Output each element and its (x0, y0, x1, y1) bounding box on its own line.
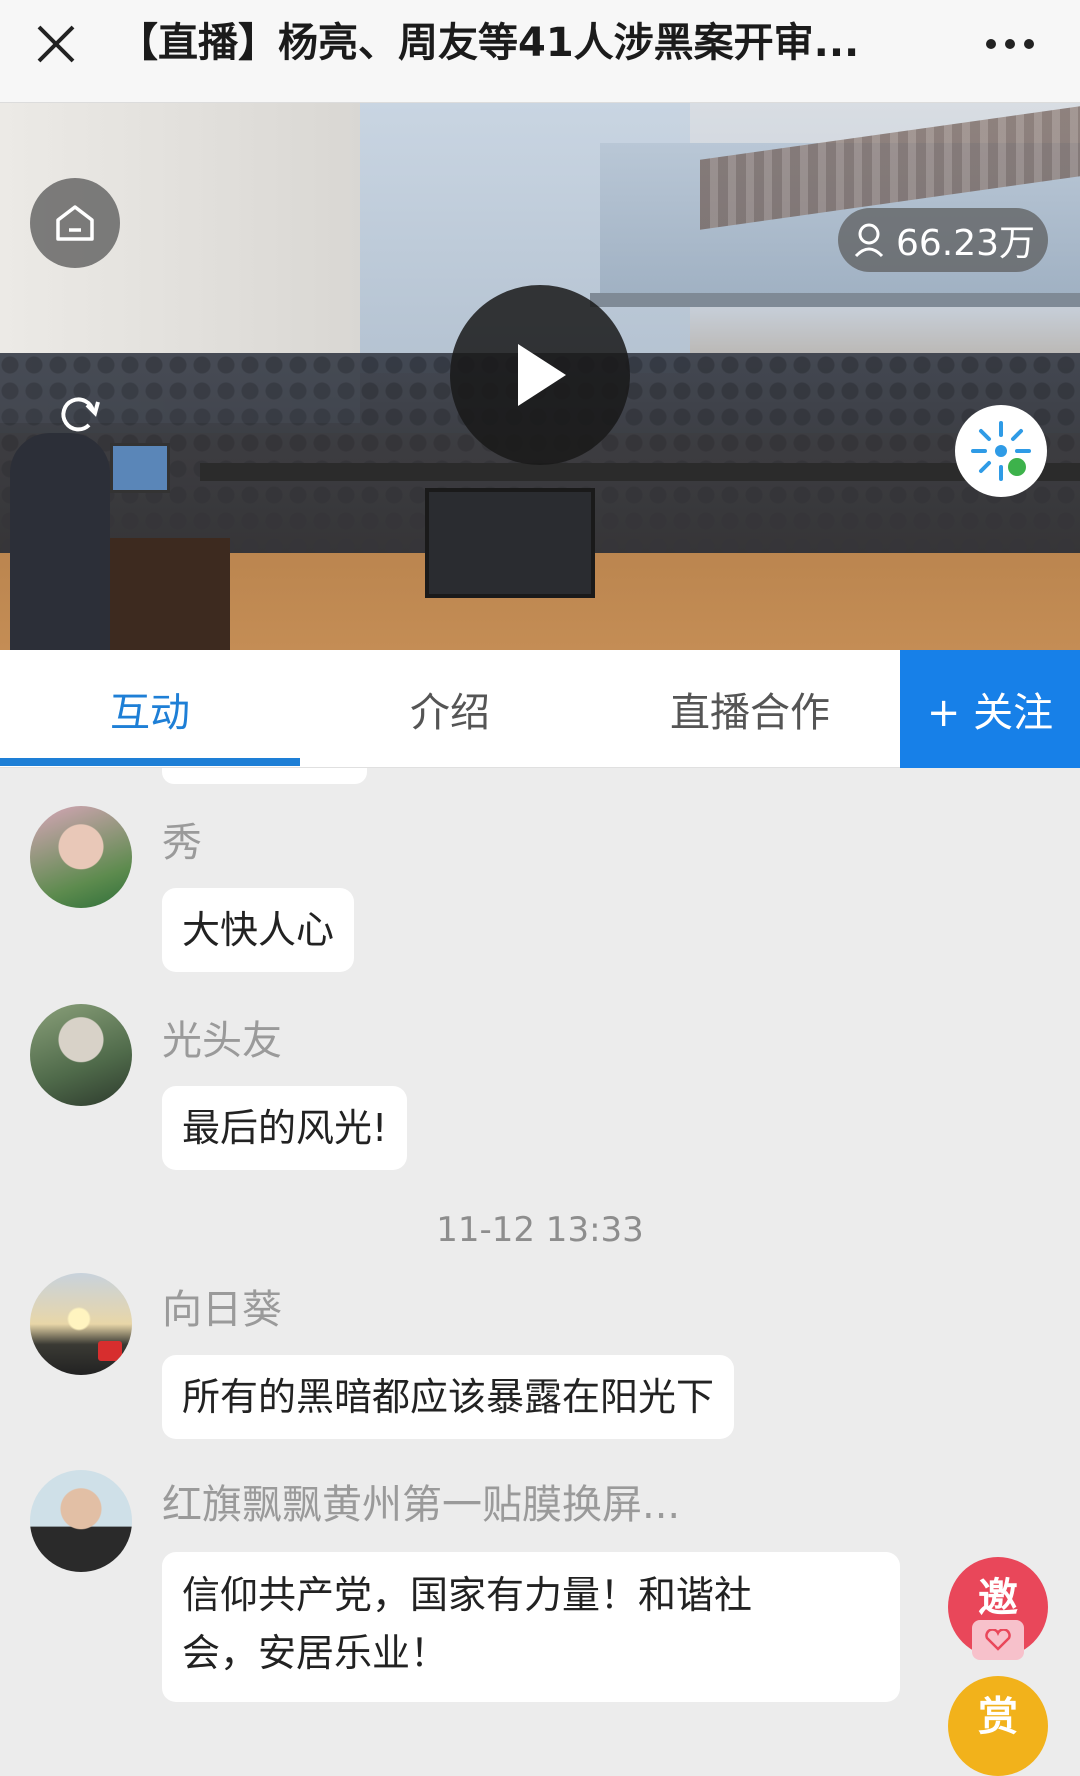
refresh-icon (61, 397, 100, 432)
message-bubble: 最后的风光! (162, 1086, 408, 1170)
message-line: 信仰共产党，国家有力量！和谐社 (182, 1573, 753, 1617)
play-icon (518, 344, 566, 406)
mini-program-button[interactable] (955, 405, 1047, 497)
tab-live-cooperation[interactable]: 直播合作 (600, 650, 900, 768)
chat-stream[interactable]: 秀 大快人心 光头友 最后的风光! 11-12 13:33 向日葵 所有的黑暗都… (0, 768, 1080, 1723)
username: 向日葵 (162, 1287, 282, 1333)
close-button[interactable] (28, 16, 84, 72)
active-tab-indicator (0, 758, 300, 766)
flag-icon (98, 1341, 122, 1361)
mini-program-icon (971, 421, 1031, 481)
close-icon (37, 25, 75, 63)
username: 红旗飘飘黄州第一贴膜换屏... (162, 1482, 681, 1528)
more-button[interactable] (970, 16, 1050, 72)
follow-button[interactable]: + 关注 (900, 650, 1080, 768)
video-player[interactable]: 66.23万 (0, 103, 1080, 650)
heart-icon (972, 1620, 1024, 1660)
reward-button[interactable]: 赏 (948, 1676, 1048, 1776)
play-button[interactable] (450, 285, 630, 465)
avatar[interactable] (30, 1470, 132, 1572)
user-icon (854, 223, 884, 258)
tab-interaction[interactable]: 互动 (0, 650, 300, 768)
refresh-button[interactable] (50, 386, 106, 442)
username: 秀 (162, 820, 202, 866)
avatar[interactable] (30, 806, 132, 908)
message-bubble: 信仰共产党，国家有力量！和谐社 会，安居乐业！ (162, 1552, 900, 1702)
avatar[interactable] (30, 1004, 132, 1106)
home-button[interactable] (30, 178, 120, 268)
top-bar: 【直播】杨亮、周友等41人涉黑案开审... (0, 0, 1080, 103)
username: 光头友 (162, 1018, 282, 1064)
viewer-count-badge: 66.23万 (838, 208, 1048, 272)
more-icon (986, 39, 1034, 49)
previous-bubble-edge (162, 768, 367, 784)
message-bubble: 大快人心 (162, 888, 355, 972)
home-icon (56, 205, 94, 241)
tab-intro[interactable]: 介绍 (300, 650, 600, 768)
message-line: 会，安居乐业！ (182, 1631, 449, 1675)
message-bubble: 所有的黑暗都应该暴露在阳光下 (162, 1355, 735, 1439)
page-title: 【直播】杨亮、周友等41人涉黑案开审... (118, 20, 860, 66)
viewer-count: 66.23万 (896, 223, 1036, 264)
avatar[interactable] (30, 1273, 132, 1375)
timestamp: 11-12 13:33 (436, 1210, 644, 1250)
